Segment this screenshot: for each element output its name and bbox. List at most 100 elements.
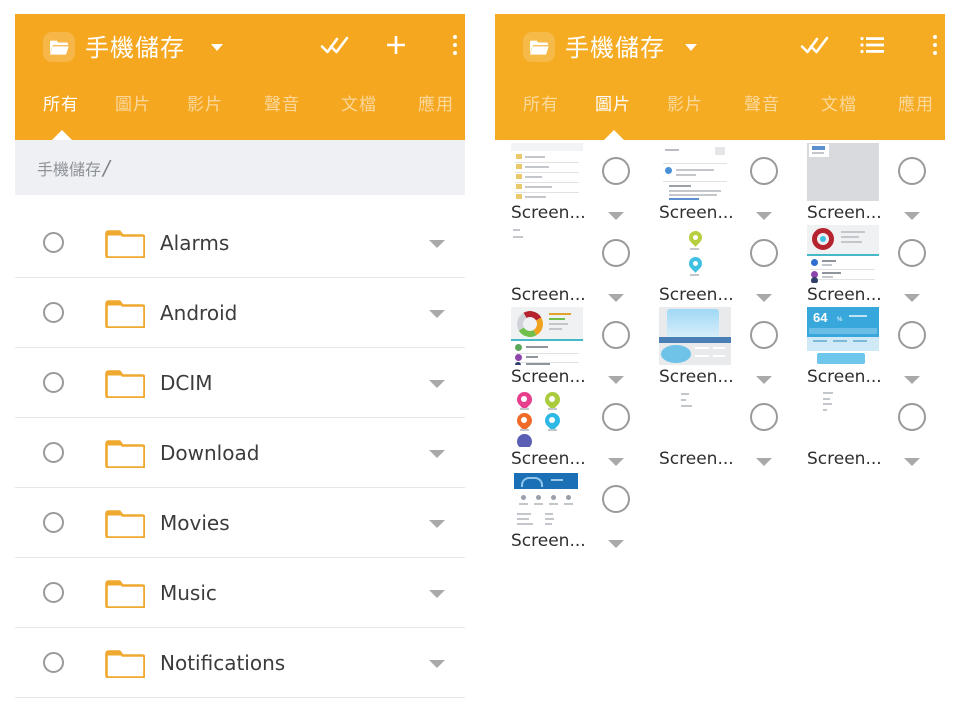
grid-item-checkbox[interactable]	[602, 485, 630, 513]
row-menu-caret-icon[interactable]	[429, 239, 445, 248]
folder-icon[interactable]	[43, 32, 75, 62]
tab-audio[interactable]: 聲音	[264, 90, 300, 115]
right-tab-bar: 所有 圖片 影片 聲音 文檔 應用	[495, 80, 945, 141]
row-checkbox[interactable]	[43, 231, 64, 253]
tab-videos[interactable]: 影片	[187, 90, 223, 115]
plus-icon[interactable]	[370, 28, 422, 62]
grid-item[interactable]: Screen...	[643, 307, 793, 389]
thumbnail-weather[interactable]: 64 %	[807, 307, 879, 365]
row-menu-caret-icon[interactable]	[429, 379, 445, 388]
grid-item[interactable]: Screen...	[643, 225, 793, 307]
chevron-down-icon[interactable]	[211, 44, 223, 51]
thumbnail-sparse-text[interactable]	[511, 225, 583, 283]
row-menu-caret-icon[interactable]	[429, 659, 445, 668]
row-menu-caret-icon[interactable]	[429, 589, 445, 598]
tab-images[interactable]: 圖片	[115, 90, 151, 115]
chevron-down-icon[interactable]	[685, 44, 697, 51]
folder-icon[interactable]	[523, 32, 555, 62]
grid-item[interactable]: Screen...	[791, 225, 941, 307]
thumbnail-donut-multi[interactable]	[511, 307, 583, 365]
tab-audio[interactable]: 聲音	[744, 90, 780, 115]
grid-item[interactable]: Screen...	[495, 471, 645, 553]
list-view-icon[interactable]	[847, 28, 899, 62]
select-all-icon[interactable]	[785, 28, 845, 62]
table-row[interactable]: Android	[15, 278, 465, 348]
grid-item-menu-caret-icon[interactable]	[756, 212, 772, 220]
thumbnail-tiny-lines[interactable]	[659, 389, 731, 447]
table-row[interactable]: Movies	[15, 488, 465, 558]
grid-item-checkbox[interactable]	[898, 321, 926, 349]
thumbnail-donut-red[interactable]	[807, 225, 879, 283]
grid-item[interactable]: Screen...	[495, 307, 645, 389]
left-title[interactable]: 手機儲存	[85, 28, 185, 63]
table-row[interactable]: Alarms	[15, 208, 465, 278]
right-title[interactable]: 手機儲存	[565, 28, 665, 63]
grid-item-checkbox[interactable]	[898, 403, 926, 431]
grid-item-checkbox[interactable]	[602, 403, 630, 431]
grid-item-menu-caret-icon[interactable]	[608, 540, 624, 548]
grid-item-menu-caret-icon[interactable]	[904, 458, 920, 466]
breadcrumb[interactable]: 手機儲存 /	[37, 156, 110, 180]
tab-all[interactable]: 所有	[43, 90, 79, 115]
grid-item[interactable]: 64 % Screen...	[791, 307, 941, 389]
grid-item-checkbox[interactable]	[602, 239, 630, 267]
grid-item-checkbox[interactable]	[750, 239, 778, 267]
thumbnail-tiny-lines-alt[interactable]	[807, 389, 879, 447]
thumbnail-blank-gray[interactable]	[807, 143, 879, 201]
tab-all[interactable]: 所有	[523, 90, 559, 115]
grid-item-checkbox[interactable]	[898, 239, 926, 267]
grid-item-menu-caret-icon[interactable]	[904, 376, 920, 384]
tab-documents[interactable]: 文檔	[821, 90, 857, 115]
grid-item-menu-caret-icon[interactable]	[608, 458, 624, 466]
grid-item-checkbox[interactable]	[750, 321, 778, 349]
grid-item-menu-caret-icon[interactable]	[608, 212, 624, 220]
grid-item[interactable]: Screen...	[495, 389, 645, 471]
thumbnail-filelist[interactable]	[511, 143, 583, 201]
row-checkbox[interactable]	[43, 511, 64, 533]
select-all-icon[interactable]	[305, 28, 365, 62]
grid-item[interactable]: Screen...	[495, 143, 645, 225]
more-vertical-icon[interactable]	[435, 28, 475, 62]
table-row[interactable]: Music	[15, 558, 465, 628]
row-checkbox[interactable]	[43, 371, 64, 393]
thumbnail-app-pins[interactable]	[511, 389, 583, 447]
grid-item-checkbox[interactable]	[602, 321, 630, 349]
grid-item-menu-caret-icon[interactable]	[756, 458, 772, 466]
tab-apps[interactable]: 應用	[898, 90, 934, 115]
tab-images[interactable]: 圖片	[595, 90, 631, 115]
grid-item[interactable]: Screen...	[643, 143, 793, 225]
thumbnail-blue-chart[interactable]	[659, 307, 731, 365]
row-checkbox[interactable]	[43, 651, 64, 673]
grid-item[interactable]: Screen...	[791, 143, 941, 225]
more-vertical-icon[interactable]	[915, 28, 955, 62]
row-checkbox[interactable]	[43, 301, 64, 323]
row-menu-caret-icon[interactable]	[429, 309, 445, 318]
row-menu-caret-icon[interactable]	[429, 519, 445, 528]
grid-item-checkbox[interactable]	[898, 157, 926, 185]
thumbnail-blue-header[interactable]	[511, 471, 583, 529]
grid-item-menu-caret-icon[interactable]	[904, 212, 920, 220]
grid-item-checkbox[interactable]	[750, 157, 778, 185]
grid-item-menu-caret-icon[interactable]	[608, 376, 624, 384]
grid-item-menu-caret-icon[interactable]	[756, 376, 772, 384]
thumbnail-document[interactable]	[659, 143, 731, 201]
tab-apps[interactable]: 應用	[418, 90, 454, 115]
thumbnail-two-pins[interactable]	[659, 225, 731, 283]
row-checkbox[interactable]	[43, 441, 64, 463]
grid-item-menu-caret-icon[interactable]	[904, 294, 920, 302]
grid-item-menu-caret-icon[interactable]	[608, 294, 624, 302]
breadcrumb-root[interactable]: 手機儲存	[37, 156, 101, 180]
grid-item-checkbox[interactable]	[602, 157, 630, 185]
grid-item[interactable]: Screen...	[495, 225, 645, 307]
tab-documents[interactable]: 文檔	[341, 90, 377, 115]
grid-item-menu-caret-icon[interactable]	[756, 294, 772, 302]
grid-item[interactable]: Screen...	[643, 389, 793, 471]
table-row[interactable]: DCIM	[15, 348, 465, 418]
table-row[interactable]: Notifications	[15, 628, 465, 698]
row-checkbox[interactable]	[43, 581, 64, 603]
tab-videos[interactable]: 影片	[667, 90, 703, 115]
grid-item-checkbox[interactable]	[750, 403, 778, 431]
row-menu-caret-icon[interactable]	[429, 449, 445, 458]
table-row[interactable]: Download	[15, 418, 465, 488]
grid-item[interactable]: Screen...	[791, 389, 941, 471]
